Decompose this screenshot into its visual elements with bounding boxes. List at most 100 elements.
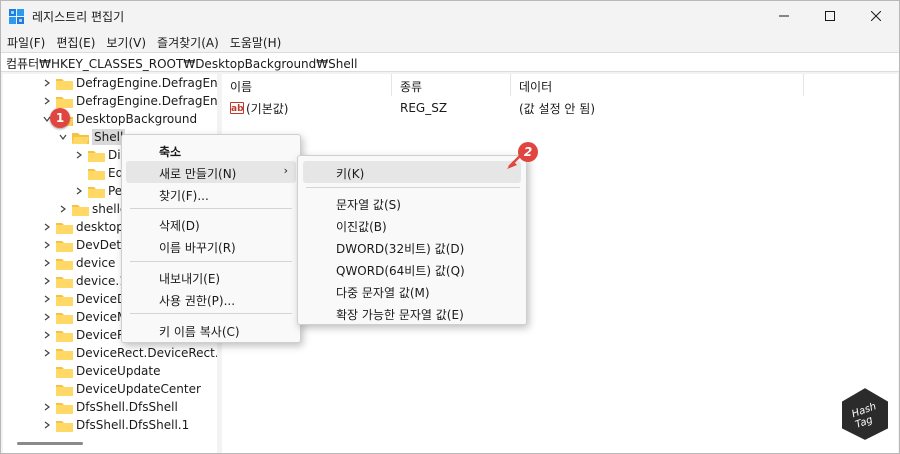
- tree-item-label: DfsShell.DfsShell: [76, 400, 178, 414]
- title-bar: 레지스트리 편집기: [1, 1, 899, 31]
- tree-item[interactable]: DefragEngine.DefragEn: [41, 92, 217, 110]
- tree-item-label: Di: [108, 148, 121, 162]
- list-row-name[interactable]: ab (기본값): [230, 98, 288, 118]
- chevron-right-icon[interactable]: [41, 95, 53, 107]
- chevron-right-icon[interactable]: [41, 77, 53, 89]
- column-header-type[interactable]: 종류: [392, 74, 511, 96]
- tree-item[interactable]: device.1: [41, 272, 127, 290]
- tree-item[interactable]: DfsShell.DfsShell.1: [41, 416, 189, 434]
- tree-item-shell[interactable]: Shell: [57, 128, 126, 146]
- minimize-button[interactable]: [761, 1, 807, 31]
- chevron-right-icon[interactable]: [41, 239, 53, 251]
- chevron-right-icon[interactable]: [41, 329, 53, 341]
- step-badge-1: 1: [50, 108, 70, 128]
- tree-item[interactable]: desktopt: [41, 218, 129, 236]
- submenu-item-key[interactable]: 키(K): [303, 161, 521, 183]
- folder-icon: [88, 167, 105, 180]
- ab-string-icon: ab: [230, 102, 244, 114]
- address-bar[interactable]: 컴퓨터₩HKEY_CLASSES_ROOT₩DesktopBackground₩…: [1, 52, 899, 72]
- tree-item[interactable]: DefragEngine.DefragEn: [41, 74, 217, 92]
- submenu-item-expandable-string[interactable]: 확장 가능한 문자열 값(E): [298, 302, 526, 324]
- folder-icon: [88, 185, 105, 198]
- maximize-button[interactable]: [807, 1, 853, 31]
- tree-item-label: DeviceUpdate: [76, 364, 161, 378]
- new-submenu: 키(K) 문자열 값(S) 이진값(B) DWORD(32비트) 값(D) QW…: [297, 155, 527, 325]
- menu-item-export[interactable]: 내보내기(E): [122, 266, 300, 288]
- column-header-data[interactable]: 데이터: [511, 74, 804, 96]
- column-header-name[interactable]: 이름: [222, 74, 392, 96]
- menu-item-find[interactable]: 찾기(F)...: [122, 183, 300, 205]
- folder-icon: [56, 401, 73, 414]
- menu-item-delete[interactable]: 삭제(D): [122, 213, 300, 235]
- folder-open-icon: [72, 131, 89, 144]
- menu-item-copy-key-name[interactable]: 키 이름 복사(C): [122, 319, 300, 341]
- close-button[interactable]: [853, 1, 899, 31]
- folder-icon: [56, 275, 73, 288]
- menu-item-permissions[interactable]: 사용 권한(P)...: [122, 288, 300, 310]
- folder-icon: [56, 329, 73, 342]
- tree-item[interactable]: DeviceUpdate: [41, 362, 161, 380]
- chevron-right-icon[interactable]: [41, 293, 53, 305]
- value-name: (기본값): [246, 101, 289, 116]
- tree-item-label: DefragEngine.DefragEn: [76, 94, 217, 108]
- chevron-placeholder: [73, 167, 85, 179]
- menu-item-rename[interactable]: 이름 바꾸기(R): [122, 235, 300, 257]
- registry-editor-window: 레지스트리 편집기 파일(F) 편집(E) 보기(V) 즐겨찾기(A) 도움말(…: [0, 0, 900, 454]
- submenu-item-string[interactable]: 문자열 값(S): [298, 192, 526, 214]
- menu-file[interactable]: 파일(F): [1, 32, 50, 52]
- chevron-down-icon[interactable]: [57, 131, 69, 143]
- menu-view[interactable]: 보기(V): [100, 32, 151, 52]
- step-badge-2: 2: [518, 142, 538, 162]
- submenu-item-multi-string[interactable]: 다중 문자열 값(M): [298, 280, 526, 302]
- scrollbar-thumb[interactable]: [17, 442, 83, 445]
- tree-item-label: device.1: [76, 274, 127, 288]
- chevron-right-icon[interactable]: [41, 401, 53, 413]
- chevron-right-icon[interactable]: [41, 419, 53, 431]
- list-row-data: (값 설정 안 됨): [519, 101, 596, 116]
- chevron-placeholder: [41, 365, 53, 377]
- menu-edit[interactable]: 편집(E): [50, 32, 100, 52]
- tree-item[interactable]: DeviceM: [41, 308, 127, 326]
- chevron-right-icon[interactable]: [57, 203, 69, 215]
- tree-item[interactable]: shelle: [57, 200, 127, 218]
- maximize-icon: [825, 11, 835, 21]
- window-title: 레지스트리 편집기: [32, 10, 125, 24]
- tree-item[interactable]: Ed: [73, 164, 123, 182]
- menu-separator: [306, 187, 520, 188]
- submenu-item-binary[interactable]: 이진값(B): [298, 214, 526, 236]
- tree-item[interactable]: DevDeta: [41, 236, 128, 254]
- registry-app-icon: [9, 9, 24, 24]
- tree-item[interactable]: DeviceR: [41, 326, 125, 344]
- tree-item[interactable]: DeviceRect.DeviceRect.: [41, 344, 217, 362]
- tree-item[interactable]: Pe: [73, 182, 122, 200]
- folder-icon: [56, 239, 73, 252]
- context-menu: 축소 새로 만들기(N) › 찾기(F)... 삭제(D) 이름 바꾸기(R) …: [121, 134, 301, 343]
- tree-item[interactable]: DfsShell.DfsShell: [41, 398, 178, 416]
- menu-separator: [130, 261, 292, 262]
- chevron-right-icon[interactable]: [41, 347, 53, 359]
- tree-item-label: DfsShell.DfsShell.1: [76, 418, 190, 432]
- submenu-item-dword[interactable]: DWORD(32비트) 값(D): [298, 236, 526, 258]
- tree-item[interactable]: DeviceUpdateCenter: [41, 380, 201, 398]
- chevron-right-icon: ›: [283, 164, 288, 177]
- chevron-right-icon[interactable]: [41, 275, 53, 287]
- tree-item[interactable]: Di: [73, 146, 121, 164]
- menu-help[interactable]: 도움말(H): [224, 32, 287, 52]
- chevron-right-icon[interactable]: [73, 185, 85, 197]
- tree-item[interactable]: device: [41, 254, 115, 272]
- menu-favorites[interactable]: 즐겨찾기(A): [151, 32, 224, 52]
- menu-item-new[interactable]: 새로 만들기(N) ›: [126, 161, 296, 183]
- chevron-right-icon[interactable]: [73, 149, 85, 161]
- tree-item-label: DeviceRect.DeviceRect.: [76, 346, 217, 360]
- folder-icon: [56, 347, 73, 360]
- chevron-right-icon[interactable]: [41, 221, 53, 233]
- chevron-right-icon[interactable]: [41, 257, 53, 269]
- folder-icon: [72, 203, 89, 216]
- folder-icon: [56, 419, 73, 432]
- tree-item-label: DeviceM: [76, 310, 128, 324]
- chevron-right-icon[interactable]: [41, 311, 53, 323]
- submenu-item-qword[interactable]: QWORD(64비트) 값(Q): [298, 258, 526, 280]
- folder-icon: [56, 293, 73, 306]
- menu-item-collapse[interactable]: 축소: [122, 139, 300, 161]
- tree-item[interactable]: DeviceD: [41, 290, 126, 308]
